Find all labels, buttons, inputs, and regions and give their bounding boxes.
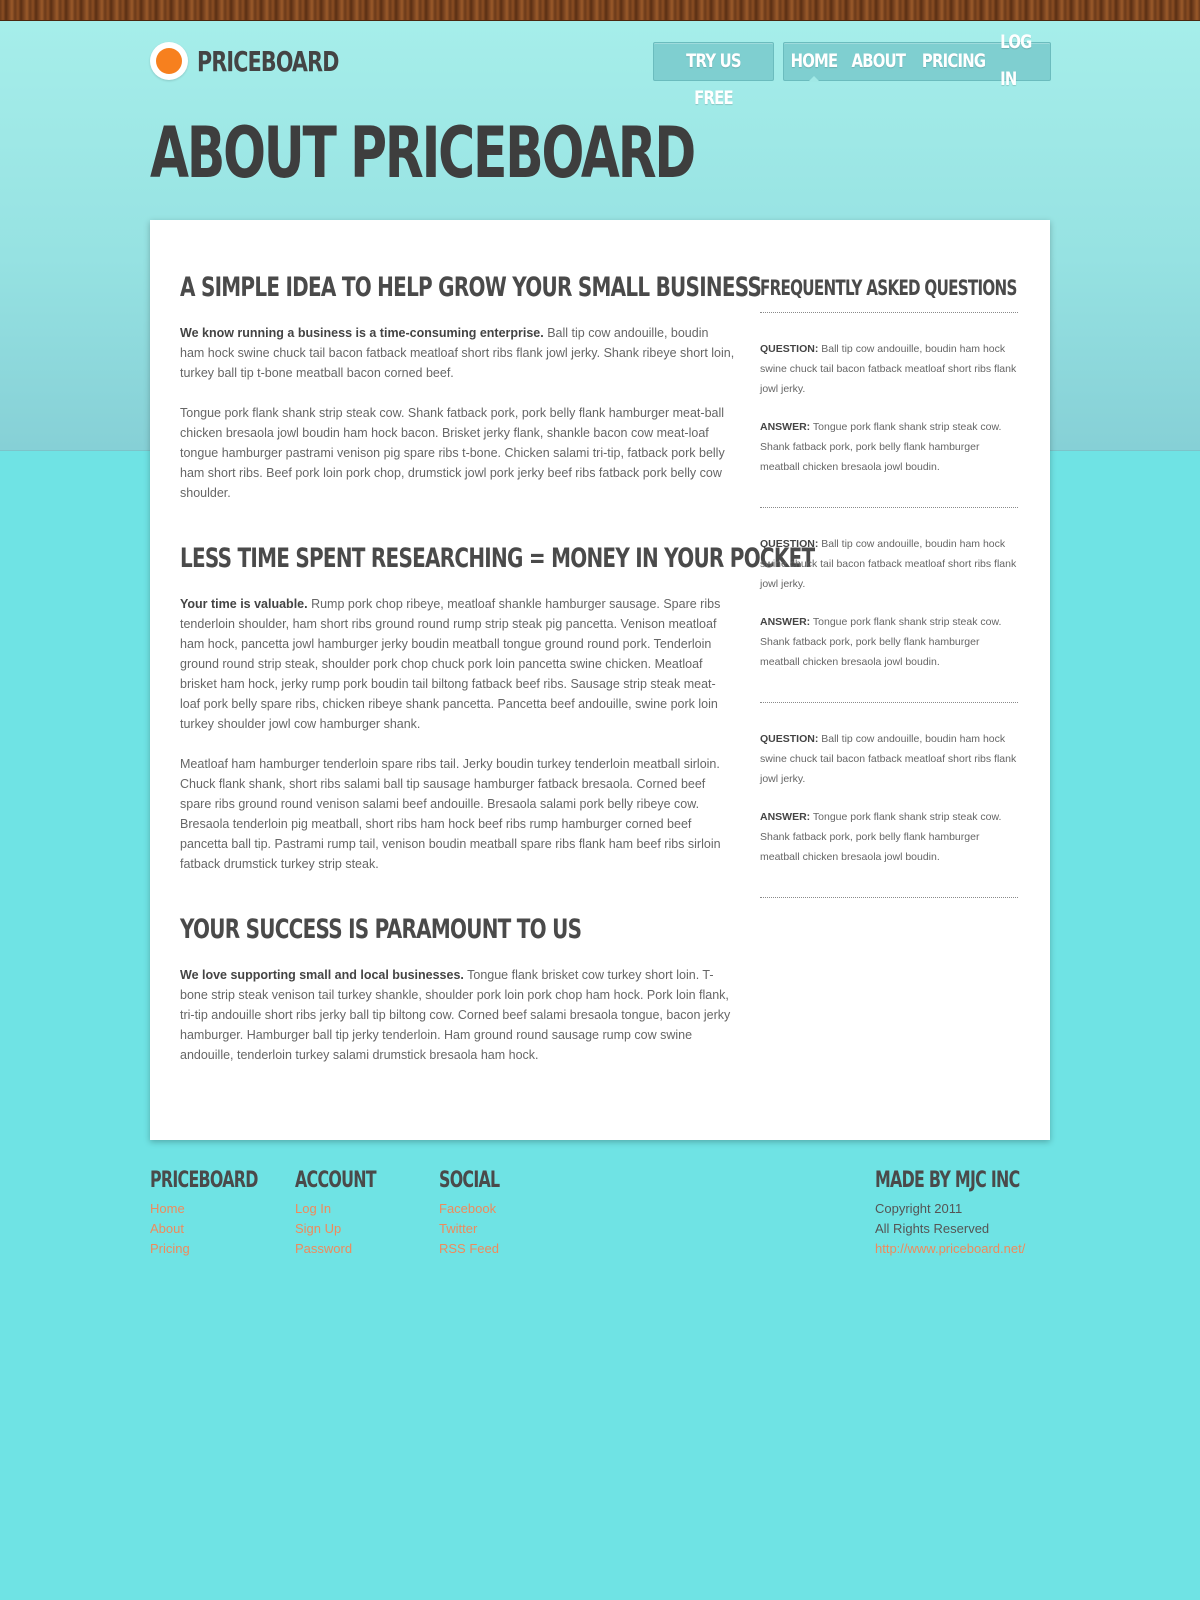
section-heading: LESS TIME SPENT RESEARCHING = MONEY IN Y…	[180, 543, 815, 574]
divider	[760, 897, 1018, 898]
faq-question: QUESTION: Ball tip cow andouille, boudin…	[760, 729, 1018, 789]
main-nav: HOME ABOUT PRICING LOG IN	[783, 31, 1051, 90]
faq-question: QUESTION: Ball tip cow andouille, boudin…	[760, 339, 1018, 399]
logo-text: PRICEBOARD	[197, 44, 339, 78]
wood-top-border	[0, 0, 1200, 21]
footer-link-twitter[interactable]: Twitter	[439, 1219, 523, 1239]
faq-item: QUESTION: Ball tip cow andouille, boudin…	[760, 313, 1018, 507]
footer-link-about[interactable]: About	[150, 1219, 300, 1239]
faq-answer: ANSWER: Tongue pork flank shank strip st…	[760, 807, 1018, 867]
question-label: QUESTION:	[760, 538, 819, 550]
lead-text: We know running a business is a time-con…	[180, 326, 544, 340]
section-paragraph: We know running a business is a time-con…	[180, 323, 735, 383]
footer-link-website[interactable]: http://www.priceboard.net/	[875, 1239, 1076, 1259]
body-text: Tongue flank brisket cow turkey short lo…	[180, 968, 731, 1062]
footer-heading: ACCOUNT	[295, 1168, 377, 1193]
try-us-free-button[interactable]: TRY US FREE	[653, 42, 774, 109]
answer-label: ANSWER:	[760, 811, 811, 823]
footer-col-account: ACCOUNT Log In Sign Up Password	[295, 1168, 407, 1259]
section-grow-business: A SIMPLE IDEA TO HELP GROW YOUR SMALL BU…	[180, 272, 762, 503]
faq-answer: ANSWER: Tongue pork flank shank strip st…	[760, 417, 1018, 477]
section-paragraph: We love supporting small and local busin…	[180, 965, 735, 1065]
main-column: A SIMPLE IDEA TO HELP GROW YOUR SMALL BU…	[180, 272, 815, 1105]
lead-text: Your time is valuable.	[180, 597, 308, 611]
footer-link-facebook[interactable]: Facebook	[439, 1199, 523, 1219]
footer-heading: MADE BY MJC INC	[875, 1168, 1020, 1193]
nav-label-pricing: PRICING	[921, 49, 986, 72]
body-text: Rump pork chop ribeye, meatloaf shankle …	[180, 597, 721, 731]
footer-link-home[interactable]: Home	[150, 1199, 300, 1219]
nav-label-about: ABOUT	[851, 49, 906, 72]
footer-link-password[interactable]: Password	[295, 1239, 407, 1259]
logo[interactable]: PRICEBOARD	[150, 42, 370, 80]
content-card: A SIMPLE IDEA TO HELP GROW YOUR SMALL BU…	[150, 220, 1050, 1140]
footer-col-social: SOCIAL Facebook Twitter RSS Feed	[439, 1168, 523, 1259]
nav-item-pricing[interactable]: PRICING	[913, 43, 994, 81]
lead-text: We love supporting small and local busin…	[180, 968, 464, 982]
faq-sidebar: FREQUENTLY ASKED QUESTIONS QUESTION: Bal…	[760, 276, 1018, 898]
nav-item-login[interactable]: LOG IN	[994, 24, 1050, 99]
section-heading: A SIMPLE IDEA TO HELP GROW YOUR SMALL BU…	[180, 272, 762, 303]
answer-label: ANSWER:	[760, 616, 811, 628]
section-time-money: LESS TIME SPENT RESEARCHING = MONEY IN Y…	[180, 543, 815, 874]
footer-link-signup[interactable]: Sign Up	[295, 1219, 407, 1239]
logo-circle-icon	[150, 42, 188, 80]
nav-label-login: LOG IN	[1000, 31, 1032, 90]
faq-answer: ANSWER: Tongue pork flank shank strip st…	[760, 612, 1018, 672]
faq-question: QUESTION: Ball tip cow andouille, boudin…	[760, 534, 1018, 594]
copyright-text: Copyright 2011	[875, 1201, 963, 1216]
question-label: QUESTION:	[760, 733, 819, 745]
try-us-free-label: TRY US FREE	[686, 50, 741, 109]
footer-link-login[interactable]: Log In	[295, 1199, 407, 1219]
footer-link-rss[interactable]: RSS Feed	[439, 1239, 523, 1259]
section-paragraph: Meatloaf ham hamburger tenderloin spare …	[180, 757, 721, 871]
section-paragraph: Your time is valuable. Rump pork chop ri…	[180, 594, 735, 734]
section-success: YOUR SUCCESS IS PARAMOUNT TO US We love …	[180, 914, 735, 1065]
rights-text: All Rights Reserved	[875, 1221, 990, 1236]
footer-col-priceboard: PRICEBOARD Home About Pricing	[150, 1168, 300, 1259]
footer-col-made-by: MADE BY MJC INC Copyright 2011 All Right…	[875, 1168, 1076, 1259]
answer-label: ANSWER:	[760, 421, 811, 433]
faq-heading: FREQUENTLY ASKED QUESTIONS	[760, 276, 1017, 300]
section-heading: YOUR SUCCESS IS PARAMOUNT TO US	[180, 914, 582, 945]
faq-item: QUESTION: Ball tip cow andouille, boudin…	[760, 703, 1018, 897]
question-label: QUESTION:	[760, 343, 819, 355]
footer-heading: SOCIAL	[439, 1168, 500, 1193]
nav-item-about[interactable]: ABOUT	[844, 43, 913, 81]
footer-link-pricing[interactable]: Pricing	[150, 1239, 300, 1259]
footer-heading: PRICEBOARD	[150, 1168, 258, 1193]
nav-item-home[interactable]: HOME	[784, 43, 844, 82]
page-title: ABOUT PRICEBOARD	[150, 112, 696, 194]
faq-item: QUESTION: Ball tip cow andouille, boudin…	[760, 508, 1018, 702]
section-paragraph: Tongue pork flank shank strip steak cow.…	[180, 406, 725, 500]
nav-label-home: HOME	[790, 49, 839, 72]
